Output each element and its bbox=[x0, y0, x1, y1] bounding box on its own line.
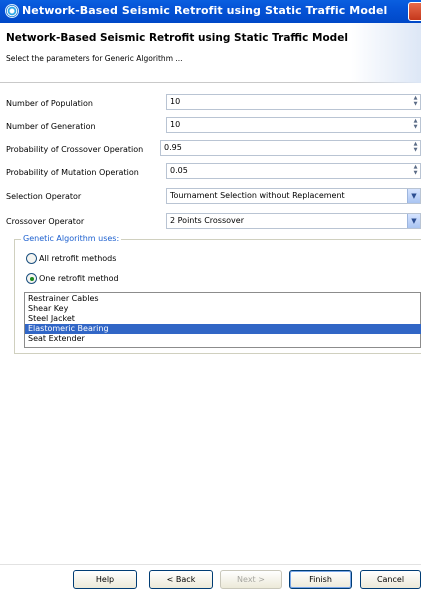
population-input[interactable]: 10 ▲ ▼ bbox=[166, 94, 421, 110]
crossover-probability-input[interactable]: 0.95 ▲ ▼ bbox=[160, 140, 421, 156]
header-decoration bbox=[351, 23, 421, 83]
help-button[interactable]: Help bbox=[73, 570, 137, 589]
list-item[interactable]: Steel Jacket bbox=[25, 314, 421, 324]
list-item[interactable]: Seat Extender bbox=[25, 334, 421, 344]
radio-label: All retrofit methods bbox=[39, 254, 117, 263]
wizard-description: Select the parameters for Generic Algori… bbox=[6, 54, 183, 63]
crossover-probability-label: Probability of Crossover Operation bbox=[6, 145, 144, 154]
window-title: Network-Based Seismic Retrofit using Sta… bbox=[22, 4, 388, 17]
radio-label: One retrofit method bbox=[39, 274, 119, 283]
retrofit-method-list[interactable]: Restrainer Cables Shear Key Steel Jacket… bbox=[24, 292, 421, 348]
finish-button[interactable]: Finish bbox=[289, 570, 352, 589]
app-icon bbox=[5, 4, 19, 18]
selection-operator-select[interactable]: Tournament Selection without Replacement… bbox=[166, 188, 421, 204]
cancel-button[interactable]: Cancel bbox=[360, 570, 421, 589]
mutation-probability-value: 0.05 bbox=[170, 166, 188, 175]
selection-operator-label: Selection Operator bbox=[6, 192, 82, 201]
population-value: 10 bbox=[170, 97, 181, 106]
wizard-title: Network-Based Seismic Retrofit using Sta… bbox=[6, 32, 348, 44]
crossover-probability-value: 0.95 bbox=[164, 143, 182, 152]
mutation-probability-input[interactable]: 0.05 ▲ ▼ bbox=[166, 163, 421, 179]
spinner-icon[interactable]: ▲ ▼ bbox=[411, 141, 420, 155]
crossover-operator-select[interactable]: 2 Points Crossover ▼ bbox=[166, 213, 421, 229]
population-label: Number of Population bbox=[6, 99, 93, 108]
group-legend: Genetic Algorithm uses: bbox=[21, 234, 122, 243]
list-item[interactable]: Shear Key bbox=[25, 304, 421, 314]
back-button[interactable]: < Back bbox=[149, 570, 213, 589]
radio-dot-icon bbox=[29, 276, 34, 281]
spinner-icon[interactable]: ▲ ▼ bbox=[411, 95, 420, 109]
selection-operator-value: Tournament Selection without Replacement bbox=[170, 191, 345, 200]
wizard-button-bar: Help < Back Next > Finish Cancel bbox=[0, 564, 421, 598]
generation-input[interactable]: 10 ▲ ▼ bbox=[166, 117, 421, 133]
radio-button-selected[interactable] bbox=[26, 273, 37, 284]
generation-label: Number of Generation bbox=[6, 122, 96, 131]
generation-value: 10 bbox=[170, 120, 181, 129]
list-item[interactable]: Restrainer Cables bbox=[25, 294, 421, 304]
radio-button[interactable] bbox=[26, 253, 37, 264]
window-titlebar: Network-Based Seismic Retrofit using Sta… bbox=[0, 0, 421, 23]
dropdown-arrow-icon[interactable]: ▼ bbox=[407, 214, 420, 228]
list-item-selected[interactable]: Elastomeric Bearing bbox=[25, 324, 421, 334]
close-icon[interactable] bbox=[408, 2, 421, 21]
crossover-operator-value: 2 Points Crossover bbox=[170, 216, 244, 225]
spinner-icon[interactable]: ▲ ▼ bbox=[411, 118, 420, 132]
spinner-icon[interactable]: ▲ ▼ bbox=[411, 164, 420, 178]
wizard-header: Network-Based Seismic Retrofit using Sta… bbox=[0, 23, 421, 83]
dropdown-arrow-icon[interactable]: ▼ bbox=[407, 189, 420, 203]
crossover-operator-label: Crossover Operator bbox=[6, 217, 85, 226]
mutation-probability-label: Probability of Mutation Operation bbox=[6, 168, 139, 177]
next-button[interactable]: Next > bbox=[220, 570, 282, 589]
parameters-panel: Number of Population 10 ▲ ▼ Number of Gen… bbox=[0, 84, 421, 564]
